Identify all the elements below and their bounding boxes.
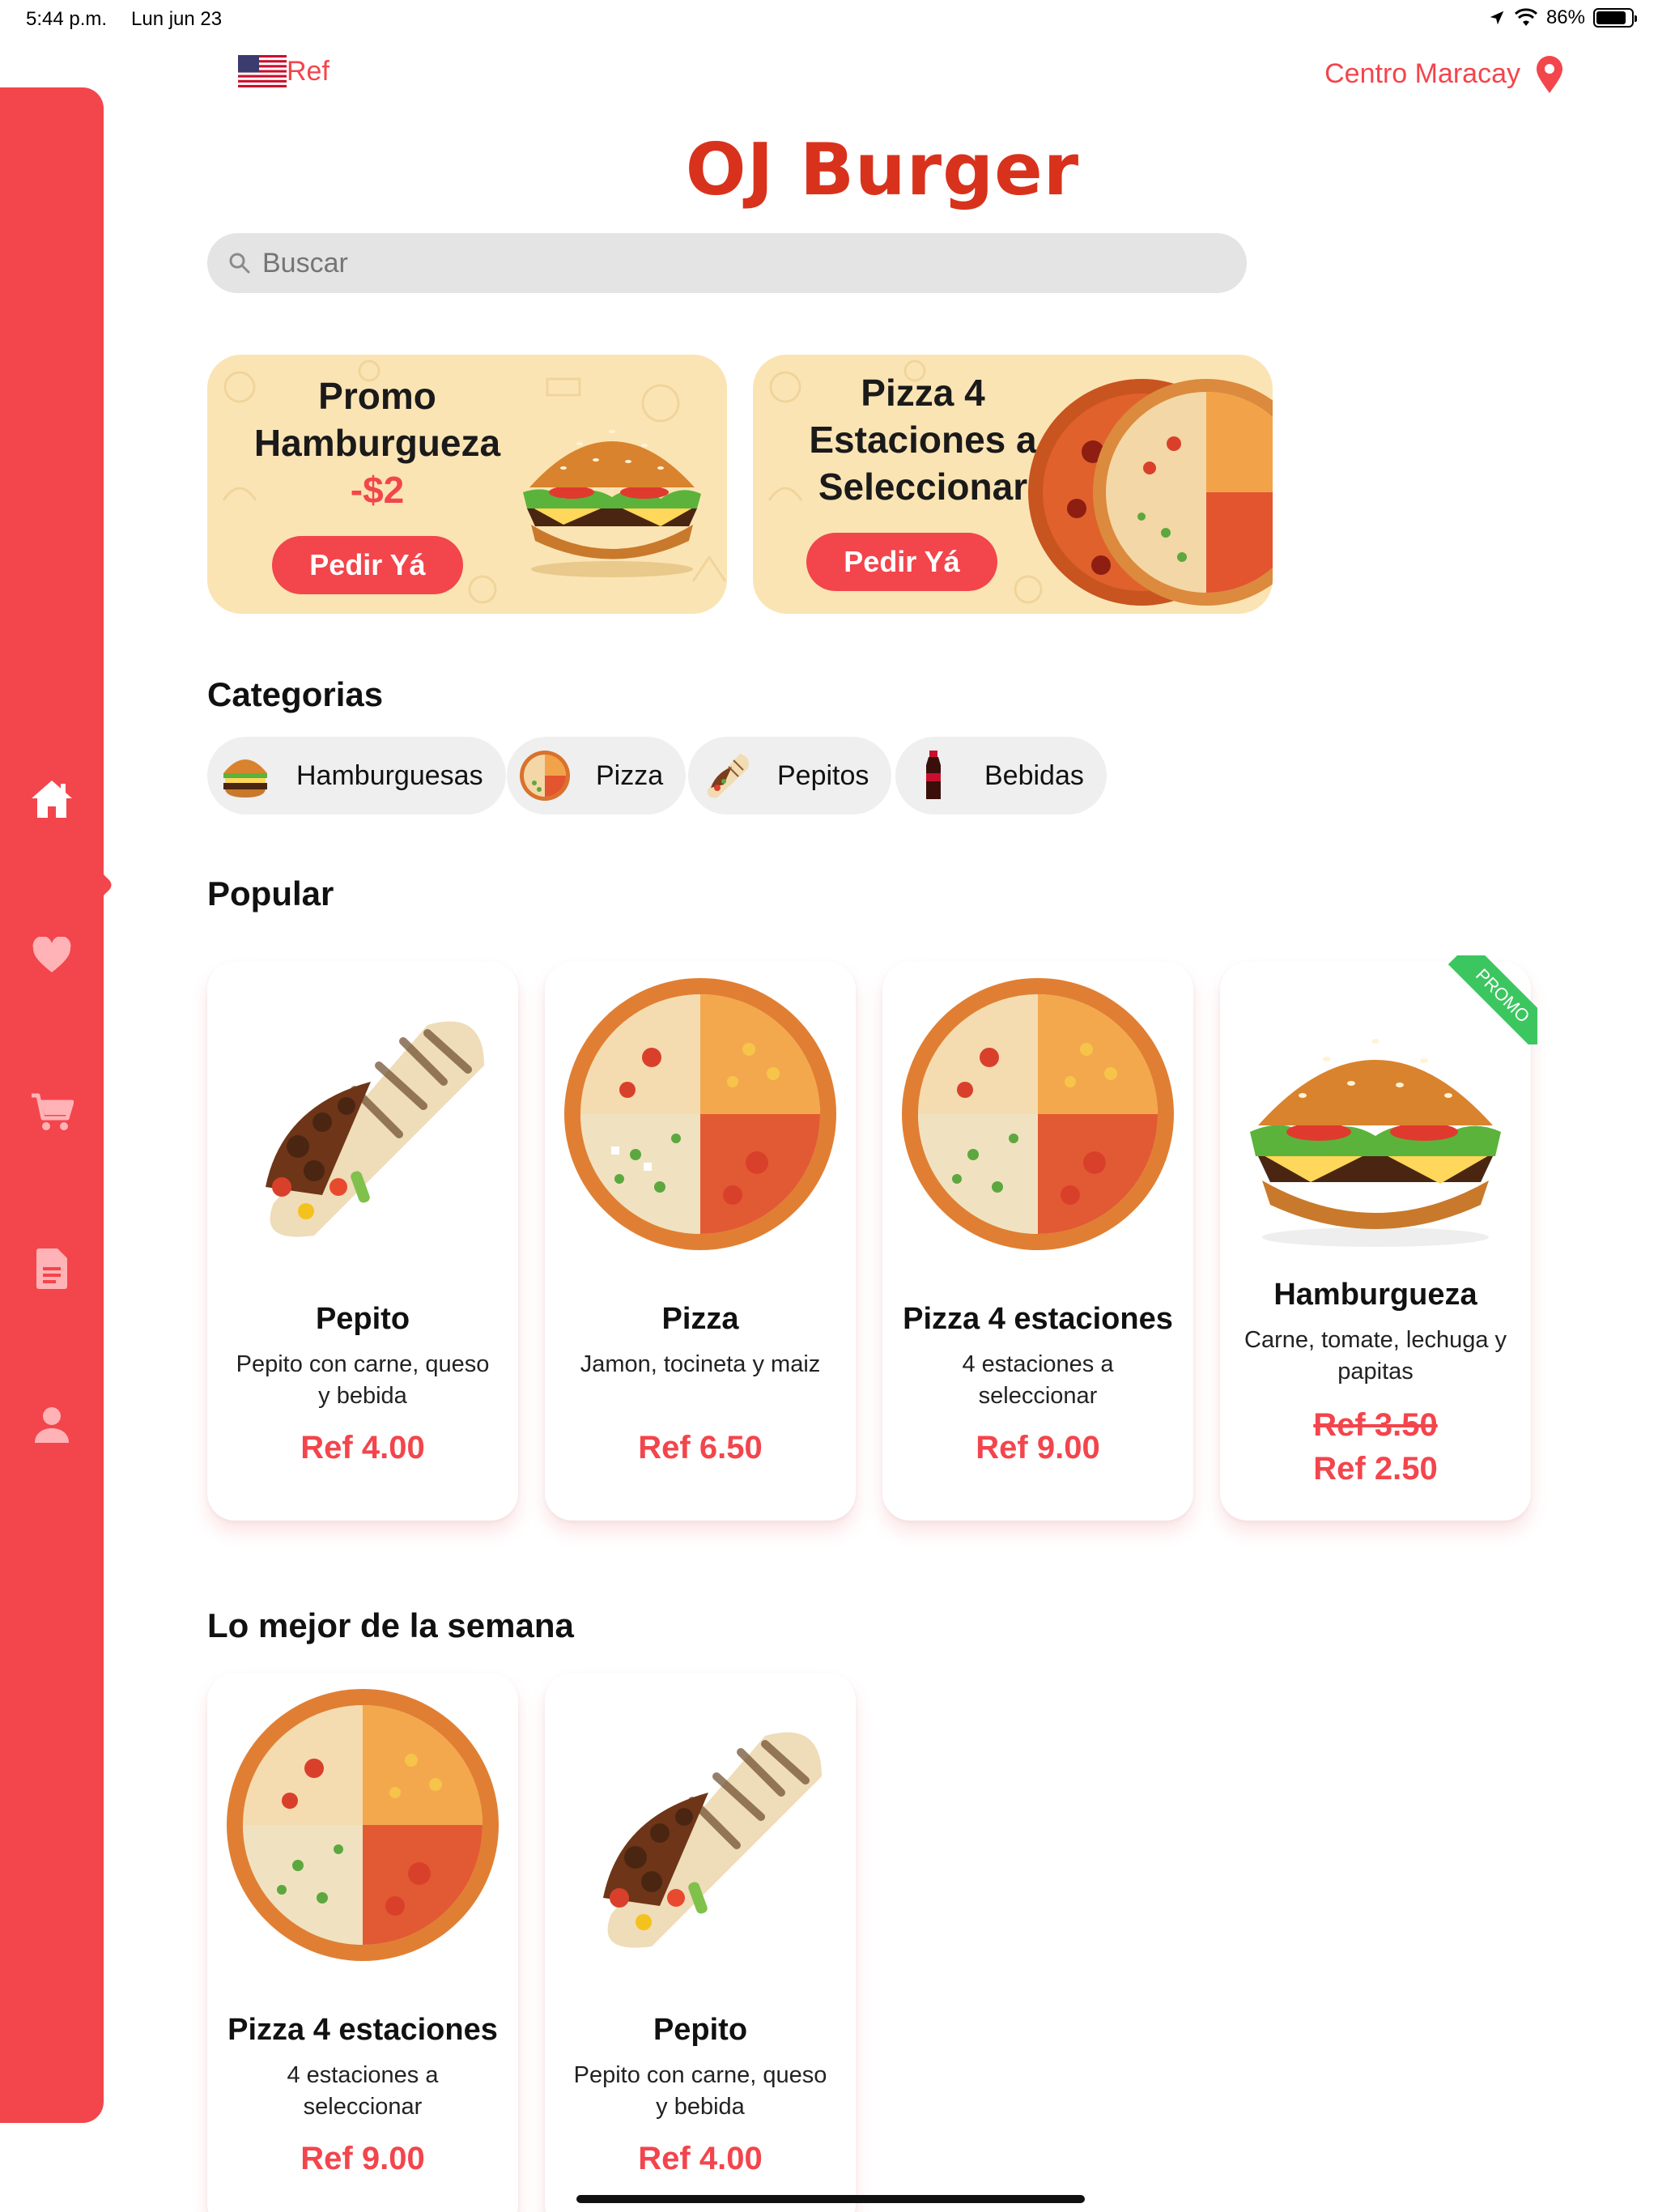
burger-image — [1250, 1039, 1501, 1247]
sidebar-item-home[interactable] — [24, 772, 79, 827]
location-arrow-icon — [1490, 11, 1504, 25]
product-title: Pizza 4 estaciones — [903, 1302, 1173, 1336]
sidebar — [0, 87, 112, 2123]
category-label: Bebidas — [984, 759, 1084, 791]
document-icon — [36, 1249, 67, 1289]
promo-price: -$2 — [350, 469, 405, 511]
category-pizza[interactable]: Pizza — [507, 737, 687, 815]
burger-image — [523, 430, 701, 577]
product-price: Ref 9.00 — [300, 2141, 425, 2176]
categories-heading: Categorias — [207, 675, 384, 713]
order-now-button[interactable]: Pedir Yá — [806, 533, 997, 591]
search-input[interactable] — [262, 247, 1153, 279]
product-card[interactable]: Pizza 4 estaciones 4 estaciones a selecc… — [207, 1673, 518, 2212]
promo-title: Promo Hamburgueza -$2 — [223, 372, 531, 513]
search-bar[interactable] — [207, 233, 1247, 293]
pizza-image — [227, 1689, 499, 1961]
category-hamburguesas[interactable]: Hamburguesas — [207, 737, 506, 815]
product-card[interactable]: Pepito Pepito con carne, queso y bebida … — [545, 1673, 856, 2212]
pizza-icon — [520, 751, 570, 801]
sidebar-item-orders[interactable] — [24, 1241, 79, 1296]
wifi-icon — [1514, 8, 1537, 26]
product-price: Ref 6.50 — [638, 1430, 763, 1465]
user-icon — [35, 1407, 69, 1443]
product-old-price: Ref 3.50 — [1313, 1407, 1438, 1443]
home-indicator[interactable] — [576, 2195, 1085, 2203]
status-date: Lun jun 23 — [131, 8, 223, 30]
order-now-button[interactable]: Pedir Yá — [272, 536, 463, 594]
product-description: Pepito con carne, queso y bebida — [236, 1351, 490, 1409]
product-description: Pepito con carne, queso y bebida — [573, 2062, 827, 2120]
category-label: Hamburguesas — [296, 759, 483, 791]
soda-bottle-icon — [926, 751, 941, 799]
promo-banner-burger[interactable]: Promo Hamburgueza -$2 Pedir Yá — [207, 355, 727, 614]
category-label: Pepitos — [777, 759, 869, 791]
currency-label: Ref — [287, 55, 329, 87]
product-price: Ref 4.00 — [638, 2141, 763, 2176]
product-title: Pizza — [661, 1302, 739, 1336]
best-week-heading: Lo mejor de la semana — [207, 1606, 574, 1644]
sidebar-active-notch — [96, 844, 112, 925]
currency-selector[interactable]: Ref — [238, 55, 329, 87]
product-title: Pepito — [315, 1302, 410, 1336]
sidebar-item-cart[interactable] — [24, 1085, 79, 1140]
heart-icon — [32, 937, 71, 972]
sidebar-item-favorites[interactable] — [24, 928, 79, 983]
product-card[interactable]: PROMO Hamburgueza Carne, tomate, lechuga… — [1220, 955, 1537, 1521]
burger-icon — [223, 759, 267, 798]
sidebar-item-profile[interactable] — [24, 1397, 79, 1453]
product-title: Pizza 4 estaciones — [227, 2013, 498, 2047]
category-pepitos[interactable]: Pepitos — [688, 737, 892, 815]
category-label: Pizza — [596, 759, 664, 791]
search-icon — [229, 253, 250, 274]
popular-heading: Popular — [207, 874, 334, 912]
product-description: 4 estaciones a seleccionar — [962, 1351, 1114, 1409]
product-card[interactable]: Pizza 4 estaciones 4 estaciones a selecc… — [882, 962, 1193, 1521]
product-description: 4 estaciones a seleccionar — [287, 2062, 439, 2120]
status-time: 5:44 p.m. — [26, 8, 108, 30]
product-card[interactable]: Pepito Pepito con carne, queso y bebida … — [207, 962, 518, 1521]
map-pin-icon — [1537, 56, 1562, 93]
product-price: Ref 2.50 — [1313, 1451, 1438, 1487]
product-description: Carne, tomate, lechuga y papitas — [1244, 1327, 1507, 1385]
promo-banner-pizza[interactable]: Pizza 4 Estaciones a Seleccionar Pedir Y… — [753, 355, 1273, 614]
battery-icon — [1593, 8, 1637, 28]
location-label: Centro Maracay — [1324, 58, 1520, 89]
location-selector[interactable]: Centro Maracay — [1324, 56, 1562, 93]
pizza-image — [902, 978, 1174, 1250]
brand-logo: OJ Burger — [685, 128, 1080, 211]
product-title: Hamburgueza — [1273, 1278, 1477, 1312]
status-indicators: 86% — [1488, 6, 1637, 29]
home-icon — [32, 781, 72, 818]
battery-percent: 86% — [1545, 6, 1585, 28]
product-description: Jamon, tocineta y maiz — [580, 1351, 821, 1377]
status-bar: 5:44 p.m. Lun jun 23 86% — [0, 0, 1658, 39]
pizza-image — [1028, 379, 1273, 606]
product-title: Pepito — [653, 2013, 748, 2047]
wrap-icon — [707, 754, 749, 798]
product-price: Ref 4.00 — [300, 1430, 425, 1465]
product-price: Ref 9.00 — [976, 1430, 1100, 1465]
pepito-image — [266, 1021, 484, 1237]
pepito-image — [603, 1732, 822, 1948]
cart-icon — [32, 1093, 74, 1130]
category-bebidas[interactable]: Bebidas — [895, 737, 1107, 815]
product-card[interactable]: Pizza Jamon, tocineta y maiz Ref 6.50 — [545, 962, 856, 1521]
us-flag-icon — [238, 55, 287, 87]
pizza-image — [564, 978, 836, 1250]
